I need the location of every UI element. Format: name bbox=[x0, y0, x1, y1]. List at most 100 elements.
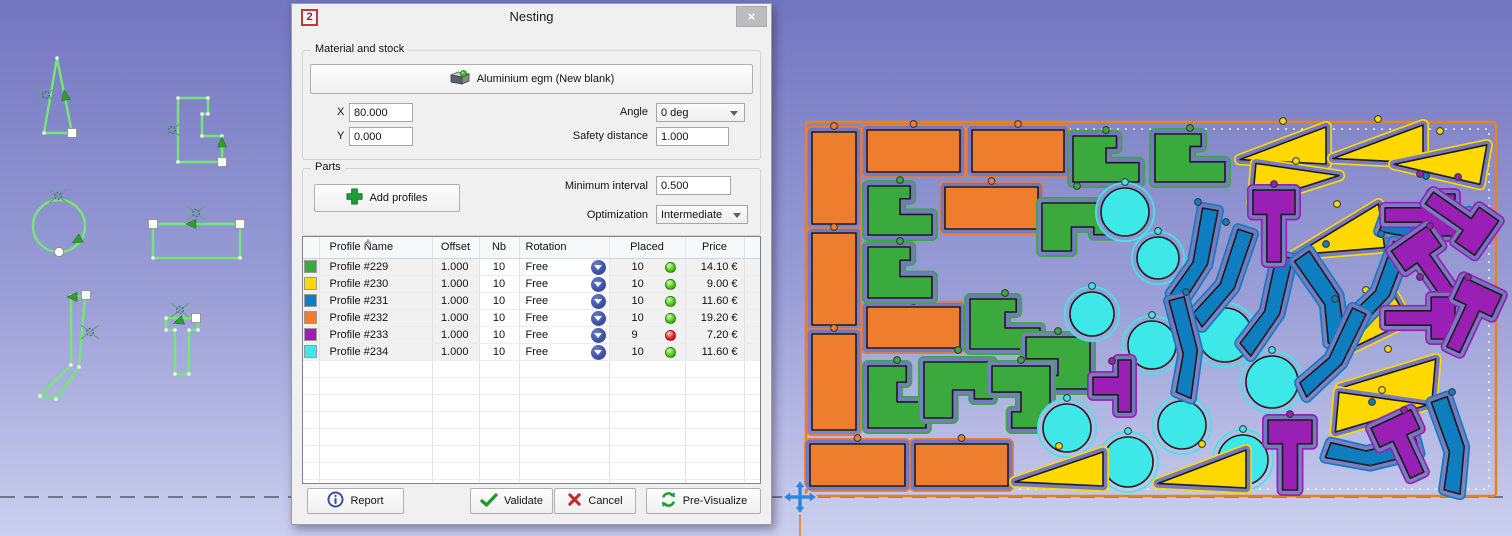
nested-part-cyan[interactable] bbox=[1101, 179, 1149, 236]
status-green-icon bbox=[665, 296, 676, 307]
lead-in-point bbox=[854, 435, 861, 442]
lead-in-point bbox=[1155, 228, 1162, 235]
nb-cell[interactable]: 10 bbox=[479, 326, 519, 343]
lead-in-point bbox=[1437, 128, 1444, 135]
rotation-value: Free bbox=[520, 329, 549, 341]
plus-icon bbox=[346, 188, 363, 208]
rotation-value: Free bbox=[520, 278, 549, 290]
nb-cell[interactable]: 10 bbox=[479, 258, 519, 275]
vertex-handle[interactable] bbox=[82, 291, 91, 300]
chevron-down-icon bbox=[733, 213, 741, 218]
profile-row[interactable]: Profile #2311.00010Free1011.60 € bbox=[303, 292, 760, 309]
close-icon: × bbox=[748, 9, 756, 24]
lead-in-point bbox=[1293, 158, 1300, 165]
lead-in-point bbox=[1271, 181, 1278, 188]
vertex-handle[interactable] bbox=[192, 314, 201, 323]
rotation-dropdown-icon[interactable] bbox=[591, 311, 606, 326]
status-green-icon bbox=[665, 313, 676, 324]
nested-part-orange[interactable] bbox=[812, 325, 856, 430]
stock-material-button[interactable]: Aluminium egm (New blank) bbox=[310, 64, 753, 94]
nested-part-orange[interactable] bbox=[972, 121, 1064, 172]
nested-part-orange[interactable] bbox=[812, 123, 856, 224]
rotation-dropdown-icon[interactable] bbox=[591, 260, 606, 275]
nested-part-orange[interactable] bbox=[915, 435, 1008, 486]
rotation-value: Free bbox=[520, 346, 549, 358]
nb-cell[interactable]: 10 bbox=[479, 343, 519, 360]
rotation-dropdown-icon[interactable] bbox=[591, 277, 606, 292]
lead-in-point bbox=[910, 121, 917, 128]
nested-part-orange[interactable] bbox=[867, 121, 960, 172]
rotation-value: Free bbox=[520, 312, 549, 324]
rotation-dropdown-icon[interactable] bbox=[591, 345, 606, 360]
lead-in-point bbox=[1427, 223, 1434, 230]
rotation-cell[interactable]: Free bbox=[519, 309, 609, 326]
lead-in-point bbox=[1089, 283, 1096, 290]
lead-in-point bbox=[1223, 219, 1230, 226]
dialog-titlebar[interactable]: 2 Nesting × bbox=[292, 4, 771, 32]
column-header-offset[interactable]: Offset bbox=[432, 237, 479, 258]
table-header-row[interactable]: Profile NameOffsetNbRotationPlacedPrice bbox=[303, 237, 760, 258]
placed-count: 9 bbox=[632, 329, 638, 341]
close-button[interactable]: × bbox=[736, 6, 767, 27]
sort-ascending-icon bbox=[364, 239, 372, 244]
rotation-cell[interactable]: Free bbox=[519, 275, 609, 292]
nb-cell[interactable]: 10 bbox=[479, 309, 519, 326]
nb-cell[interactable]: 10 bbox=[479, 292, 519, 309]
rotation-cell[interactable]: Free bbox=[519, 292, 609, 309]
report-button[interactable]: Report bbox=[307, 488, 404, 514]
column-header-nb[interactable]: Nb bbox=[479, 237, 519, 258]
profile-row[interactable]: Profile #2331.00010Free97.20 € bbox=[303, 326, 760, 343]
rotation-cell[interactable]: Free bbox=[519, 326, 609, 343]
nested-part-orange[interactable] bbox=[810, 435, 905, 486]
swatch-cell bbox=[303, 258, 319, 275]
y-input[interactable] bbox=[349, 127, 413, 146]
validate-button[interactable]: Validate bbox=[470, 488, 553, 514]
column-header-placed[interactable]: Placed bbox=[609, 237, 685, 258]
nested-part-orange[interactable] bbox=[812, 224, 856, 325]
vertex-handle[interactable] bbox=[236, 220, 245, 229]
nested-part-orange[interactable] bbox=[945, 178, 1038, 229]
app-stage: 2 Nesting × Material and stock Aluminium… bbox=[0, 0, 1512, 536]
minimum-interval-label: Minimum interval bbox=[538, 180, 648, 192]
add-profiles-button[interactable]: Add profiles bbox=[314, 184, 460, 212]
vertex-handle[interactable] bbox=[218, 158, 227, 167]
nb-cell[interactable]: 10 bbox=[479, 275, 519, 292]
profile-row[interactable]: Profile #2291.00010Free1014.10 € bbox=[303, 258, 760, 275]
rotation-dropdown-icon[interactable] bbox=[591, 328, 606, 343]
x-input[interactable] bbox=[349, 103, 413, 122]
rotation-dropdown-icon[interactable] bbox=[591, 294, 606, 309]
safety-distance-input[interactable] bbox=[656, 127, 729, 146]
empty-row bbox=[303, 360, 760, 377]
nested-part-cyan[interactable] bbox=[1043, 395, 1091, 452]
lead-in-point bbox=[831, 123, 838, 130]
nested-part-cyan[interactable] bbox=[1103, 428, 1153, 487]
previsualize-button[interactable]: Pre-Visualize bbox=[646, 488, 761, 514]
cancel-button[interactable]: Cancel bbox=[554, 488, 636, 514]
nested-part-orange[interactable] bbox=[867, 298, 960, 348]
minimum-interval-input[interactable] bbox=[656, 176, 731, 195]
profile-row[interactable]: Profile #2341.00010Free1011.60 € bbox=[303, 343, 760, 360]
profile-color-swatch bbox=[304, 277, 317, 290]
vertex-handle[interactable] bbox=[68, 129, 77, 138]
rotation-cell[interactable]: Free bbox=[519, 343, 609, 360]
parts-group-label: Parts bbox=[311, 161, 345, 173]
profiles-table[interactable]: Profile NameOffsetNbRotationPlacedPrice … bbox=[302, 236, 761, 484]
angle-select[interactable]: 0 deg bbox=[656, 103, 745, 122]
rotation-value: Free bbox=[520, 295, 549, 307]
profile-row[interactable]: Profile #2321.00010Free1019.20 € bbox=[303, 309, 760, 326]
y-label: Y bbox=[337, 130, 344, 142]
offset-cell: 1.000 bbox=[432, 326, 479, 343]
lead-in-point bbox=[1240, 426, 1247, 433]
column-header-price[interactable]: Price bbox=[685, 237, 744, 258]
profile-row[interactable]: Profile #2301.00010Free109.00 € bbox=[303, 275, 760, 292]
lead-in-point bbox=[958, 435, 965, 442]
point-handle[interactable] bbox=[55, 248, 64, 257]
vertex-handle[interactable] bbox=[149, 220, 158, 229]
lead-in-point bbox=[831, 325, 838, 332]
lead-in-point bbox=[1449, 389, 1456, 396]
nesting-dialog: 2 Nesting × Material and stock Aluminium… bbox=[291, 3, 772, 525]
column-header-name[interactable]: Profile Name bbox=[319, 237, 432, 258]
column-header-rotation[interactable]: Rotation bbox=[519, 237, 609, 258]
optimization-select[interactable]: Intermediate bbox=[656, 205, 748, 224]
rotation-cell[interactable]: Free bbox=[519, 258, 609, 275]
